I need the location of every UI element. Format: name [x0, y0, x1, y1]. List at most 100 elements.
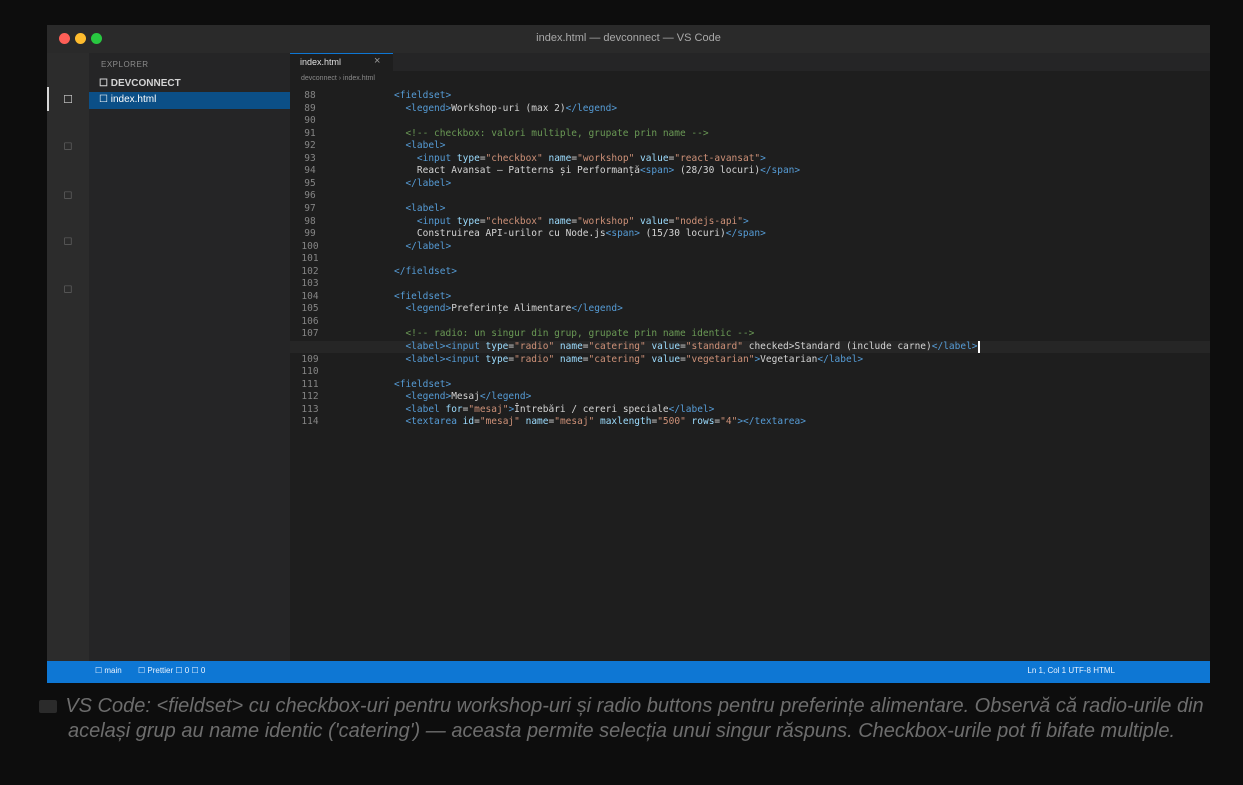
code-line[interactable]: 106 — [290, 316, 1210, 328]
code-line[interactable]: 91 <!-- checkbox: valori multiple, grupa… — [290, 128, 1210, 140]
line-number: 89 — [304, 102, 316, 114]
camera-icon — [39, 700, 58, 713]
code-token: > — [743, 215, 749, 227]
code-line[interactable]: 89 <legend>Workshop-uri (max 2)</legend> — [290, 103, 1210, 115]
code-line[interactable]: 112 <legend>Mesaj</legend> — [290, 391, 1210, 403]
code-token: type — [456, 152, 480, 164]
code-token: <span> — [639, 165, 675, 177]
breadcrumb[interactable]: devconnect › index.html — [301, 75, 375, 82]
code-token: type — [485, 341, 509, 352]
code-line[interactable]: 102 </fieldset> — [290, 266, 1210, 278]
line-number: 106 — [301, 315, 319, 327]
files-icon[interactable]: ☐ — [62, 93, 74, 106]
code-token: </label> — [394, 177, 452, 189]
code-token: "nodejs-api" — [674, 215, 743, 227]
line-number: 113 — [301, 403, 319, 415]
code-text: React Avansat — Patterns și Performanță<… — [394, 165, 800, 177]
folder-devconnect[interactable]: ☐ DEVCONNECT — [99, 78, 181, 89]
code-line[interactable]: 98 <input type="checkbox" name="workshop… — [290, 216, 1210, 228]
explorer-title: EXPLORER — [101, 60, 149, 69]
line-number: 90 — [304, 115, 316, 127]
code-line[interactable]: 103 — [290, 278, 1210, 290]
code-token: Vegetarian — [760, 353, 818, 365]
code-token: "checkbox" — [485, 215, 543, 227]
code-text: <legend>Workshop-uri (max 2)</legend> — [394, 103, 617, 115]
code-line[interactable]: 96 — [290, 190, 1210, 202]
code-token: <label> — [394, 202, 446, 214]
code-token: <fieldset> — [394, 290, 452, 302]
code-line[interactable]: 107 <!-- radio: un singur din grup, grup… — [290, 328, 1210, 340]
code-line[interactable]: 114 <textarea id="mesaj" name="mesaj" ma… — [290, 416, 1210, 428]
code-token: <label><input — [394, 353, 486, 365]
cursor-position-status[interactable]: Ln 1, Col 1 UTF-8 HTML — [1027, 666, 1115, 675]
code-token: </legend> — [479, 391, 532, 403]
code-text: <label for="mesaj">Întrebări / cereri sp… — [394, 404, 714, 416]
code-line[interactable]: 90 — [290, 115, 1210, 127]
text-cursor — [977, 341, 980, 353]
source-control-icon[interactable]: ◻ — [62, 188, 74, 201]
line-number: 111 — [301, 378, 319, 390]
code-editor[interactable]: 88 <fieldset> 89 <legend>Workshop-uri (max… — [290, 87, 1210, 661]
code-token: "radio" — [514, 341, 555, 352]
caption-text: VS Code: <fieldset> cu checkbox-uri pent… — [65, 695, 1204, 742]
explorer-sidebar: EXPLORER ☐ DEVCONNECT ☐ index.html — [89, 53, 290, 661]
code-token: "workshop" — [577, 152, 635, 164]
branch-status[interactable]: ☐ main — [95, 666, 122, 675]
code-token: "catering" — [588, 353, 646, 365]
code-line[interactable]: 88 <fieldset> — [290, 90, 1210, 102]
code-line[interactable]: 105 <legend>Preferințe Alimentare</legen… — [290, 303, 1210, 315]
search-icon[interactable]: ◻ — [62, 139, 74, 152]
code-line[interactable]: 110 — [290, 366, 1210, 378]
extensions-icon[interactable]: ◻ — [62, 282, 74, 295]
code-token: </label> — [931, 341, 978, 352]
code-token: "mesaj" — [479, 416, 520, 428]
line-number: 105 — [301, 303, 319, 315]
code-line[interactable]: 92 <label> — [290, 140, 1210, 152]
code-token: <input — [394, 215, 457, 227]
line-number: 104 — [301, 290, 319, 302]
code-line[interactable]: 93 <input type="checkbox" name="workshop… — [290, 153, 1210, 165]
code-token: <span> — [605, 228, 640, 240]
line-number: 91 — [304, 127, 316, 139]
code-text: <label><input type="radio" name="caterin… — [394, 341, 980, 353]
line-number: 102 — [301, 265, 319, 277]
code-token: "4" — [720, 416, 738, 428]
line-number: 98 — [304, 215, 316, 227]
problems-status[interactable]: ☐ Prettier ☐ 0 ☐ 0 — [138, 666, 205, 675]
code-line[interactable]: 111 <fieldset> — [290, 379, 1210, 391]
code-line[interactable]: 94 React Avansat — Patterns și Performan… — [290, 165, 1210, 177]
code-line[interactable]: 113 <label for="mesaj">Întrebări / cerer… — [290, 404, 1210, 416]
code-line[interactable]: 97 <label> — [290, 203, 1210, 215]
code-token: "mesaj" — [554, 416, 595, 428]
code-token: > — [760, 152, 766, 164]
code-token: name — [554, 341, 583, 352]
code-token: </label> — [817, 353, 864, 365]
status-left: ☐ main ☐ Prettier ☐ 0 ☐ 0 — [95, 666, 219, 675]
file-index-html[interactable]: ☐ index.html — [89, 92, 290, 109]
code-token: </span> — [760, 165, 801, 177]
code-token: value — [634, 152, 669, 164]
code-token: (15/30 locuri) — [639, 228, 726, 240]
code-text: <textarea id="mesaj" name="mesaj" maxlen… — [394, 416, 806, 428]
tab-index-html[interactable]: index.html × — [290, 53, 393, 71]
code-text: <fieldset> — [394, 90, 451, 102]
code-token: </legend> — [571, 303, 623, 315]
code-line[interactable]: 101 — [290, 253, 1210, 265]
code-token: maxlength — [594, 416, 652, 428]
code-line[interactable]: 104 <fieldset> — [290, 291, 1210, 303]
close-icon[interactable]: × — [374, 55, 380, 67]
code-line[interactable]: <label><input type="radio" name="caterin… — [290, 341, 1210, 353]
code-line[interactable]: 100 </label> — [290, 241, 1210, 253]
code-line[interactable]: 109 <label><input type="radio" name="cat… — [290, 354, 1210, 366]
code-token: </span> — [725, 228, 766, 240]
code-line[interactable]: 95 </label> — [290, 178, 1210, 190]
line-number: 100 — [301, 240, 319, 252]
code-token: <!-- checkbox: valori multiple, grupate … — [394, 127, 709, 139]
code-text: </fieldset> — [394, 266, 457, 278]
code-token: </legend> — [565, 102, 618, 114]
code-token: "mesaj" — [468, 403, 509, 415]
code-token: id — [462, 416, 475, 428]
run-debug-icon[interactable]: ◻ — [62, 234, 74, 247]
code-text: <!-- checkbox: valori multiple, grupate … — [394, 127, 709, 140]
code-line[interactable]: 99 Construirea API-urilor cu Node.js<spa… — [290, 228, 1210, 240]
